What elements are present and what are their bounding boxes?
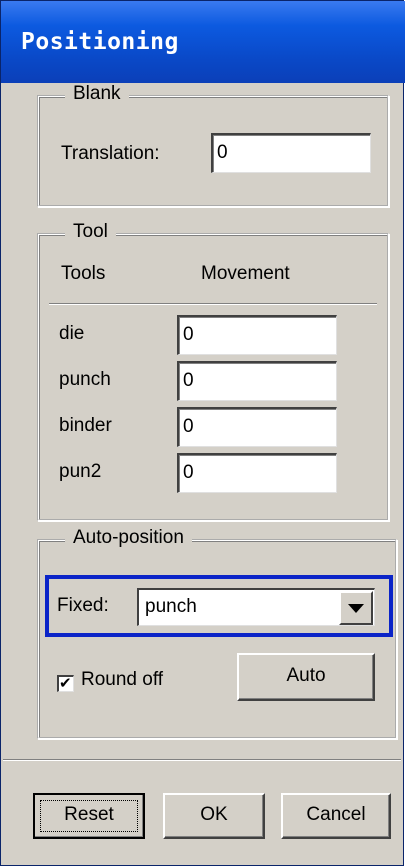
auto-position-legend: Auto-position [65,527,192,549]
tool-legend: Tool [65,221,116,243]
window-title: Positioning [21,29,179,55]
ok-button[interactable]: OK [163,793,265,839]
tool-name-die: die [59,323,85,344]
auto-button-label: Auto [286,665,326,686]
fixed-label: Fixed: [57,595,109,616]
reset-button[interactable]: Reset [33,793,145,839]
round-off-label[interactable]: Round off [81,669,163,691]
auto-button[interactable]: Auto [237,653,375,701]
ok-button-label: OK [200,804,228,825]
tool-group: Tool Tools Movement die 0 punch 0 binder… [37,221,389,521]
fixed-tool-select[interactable]: punch [137,588,375,626]
cancel-button[interactable]: Cancel [281,793,391,839]
fixed-tool-value: punch [145,596,197,617]
tool-name-pun2: pun2 [59,461,102,482]
tools-column-header: Tools [61,263,106,284]
tool-header-divider [49,303,377,305]
binder-movement-input[interactable]: 0 [177,407,337,447]
translation-input[interactable]: 0 [211,133,371,173]
auto-position-group: Auto-position Fixed: punch ✔ Round off A… [37,527,397,739]
dialog-body: Blank Translation: 0 Tool Tools Movement… [3,83,401,865]
pun2-movement-input[interactable]: 0 [177,453,337,493]
die-movement-input[interactable]: 0 [177,315,337,355]
tool-name-binder: binder [59,415,112,436]
chevron-down-icon [348,604,364,613]
blank-group: Blank Translation: 0 [37,83,389,207]
round-off-checkbox[interactable]: ✔ [57,675,74,692]
footer-divider [3,759,401,761]
movement-column-header: Movement [201,263,290,284]
punch-movement-input[interactable]: 0 [177,361,337,401]
check-icon: ✔ [59,674,72,692]
focus-ring [40,800,138,832]
tool-name-punch: punch [59,369,111,390]
cancel-button-label: Cancel [306,804,366,825]
blank-legend: Blank [65,83,129,105]
dropdown-button[interactable] [339,591,373,625]
positioning-dialog: Positioning Blank Translation: 0 Tool To… [0,0,405,866]
fixed-selection-highlight: Fixed: punch [45,575,393,637]
title-bar[interactable]: Positioning [1,1,405,83]
translation-label: Translation: [61,143,160,164]
